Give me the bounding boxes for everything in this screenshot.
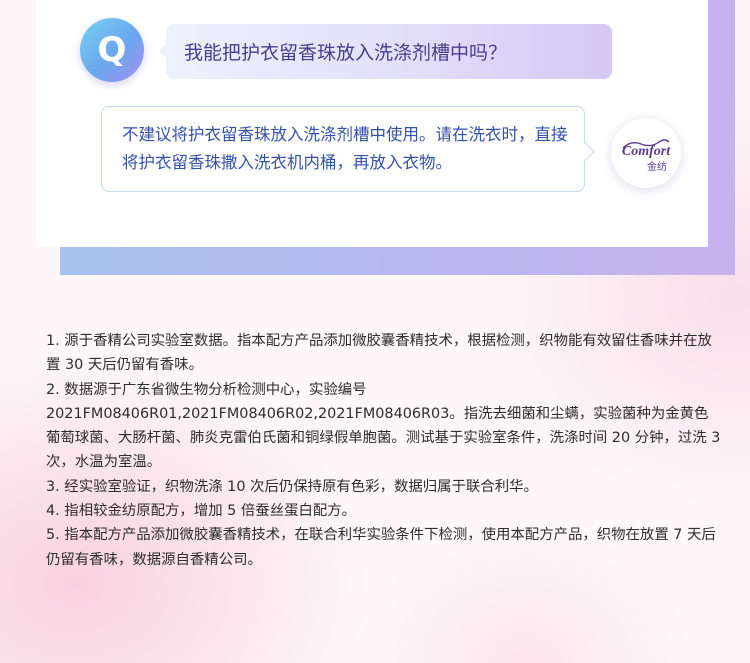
question-badge-letter: Q xyxy=(97,30,127,70)
footnote-item: 3. 经实验室验证，织物洗涤 10 次后仍保持原有色彩，数据归属于联合利华。 xyxy=(46,478,538,495)
footnote-item: 2. 数据源于广东省微生物分析检测中心，实验编号 2021FM08406R01,… xyxy=(46,381,721,471)
footnote-item: 4. 指相较金纺原配方，增加 5 倍蚕丝蛋白配方。 xyxy=(46,503,357,520)
footnote-item: 1. 源于香精公司实验室数据。指本配方产品添加微胶囊香精技术，根据检测，织物能有… xyxy=(46,333,712,374)
comfort-logo-mark: Comfort 金纺 xyxy=(622,139,671,173)
footnote-item: 5. 指本配方产品添加微胶囊香精技术，在联合利华实验条件下检测，使用本配方产品，… xyxy=(46,527,716,568)
answer-bubble: 不建议将护衣留香珠放入洗涤剂槽中使用。请在洗衣时，直接将护衣留香珠撒入洗衣机内桶… xyxy=(101,106,585,192)
footnotes-list: 1. 源于香精公司实验室数据。指本配方产品添加微胶囊香精技术，根据检测，织物能有… xyxy=(46,329,721,572)
question-bubble: 我能把护衣留香珠放入洗涤剂槽中吗？ xyxy=(159,24,612,79)
comfort-logo: Comfort 金纺 xyxy=(611,118,681,188)
question-badge: Q xyxy=(80,18,144,82)
question-text: 我能把护衣留香珠放入洗涤剂槽中吗？ xyxy=(184,42,508,64)
logo-brand-text: Comfort xyxy=(622,144,671,159)
logo-brand-text-cn: 金纺 xyxy=(647,160,667,173)
answer-text: 不建议将护衣留香珠放入洗涤剂槽中使用。请在洗衣时，直接将护衣留香珠撒入洗衣机内桶… xyxy=(122,125,568,172)
